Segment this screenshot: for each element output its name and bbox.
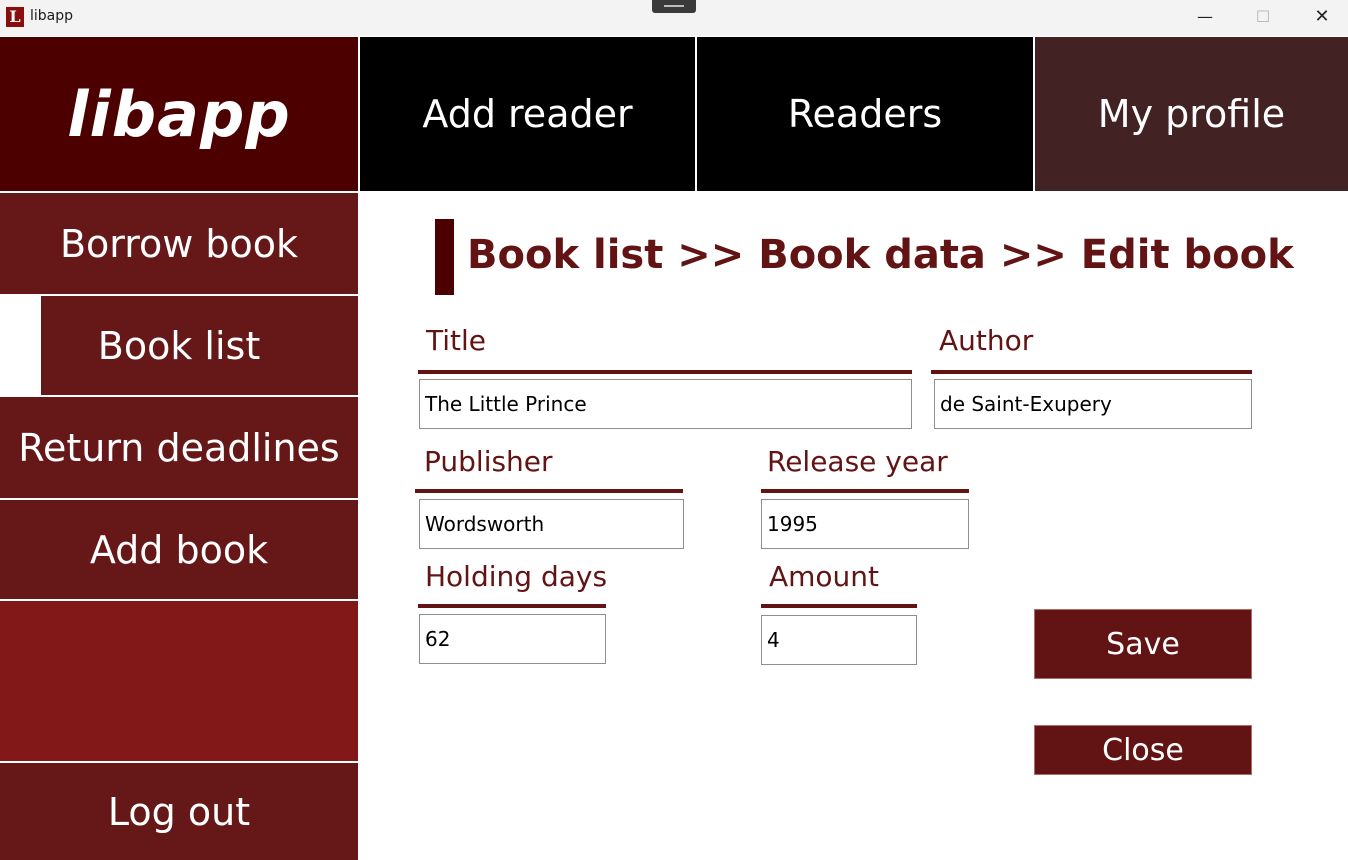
minimize-button[interactable]: —	[1185, 4, 1225, 30]
snap-layout-grip[interactable]	[652, 0, 696, 13]
title-label: Title	[426, 324, 487, 357]
title-field[interactable]	[419, 379, 912, 429]
sidebar-item-return-deadlines[interactable]: Return deadlines	[0, 397, 358, 498]
nav-readers-label: Readers	[787, 92, 943, 136]
release-year-field[interactable]	[761, 499, 969, 549]
publisher-underline	[415, 489, 683, 493]
publisher-label: Publisher	[424, 445, 553, 478]
close-button-label: Close	[1102, 732, 1184, 768]
maximize-button[interactable]: ☐	[1243, 4, 1283, 30]
publisher-field[interactable]	[419, 499, 684, 549]
nav-my-profile[interactable]: My profile	[1035, 37, 1348, 191]
sidebar-item-label: Add book	[89, 527, 269, 572]
amount-field[interactable]	[761, 615, 917, 665]
sidebar-item-add-book[interactable]: Add book	[0, 500, 358, 599]
app-logo: libapp	[0, 37, 358, 191]
amount-label: Amount	[769, 560, 880, 593]
amount-underline	[761, 604, 917, 608]
author-underline	[931, 370, 1252, 374]
author-label: Author	[939, 324, 1034, 357]
author-field[interactable]	[934, 379, 1252, 429]
save-button[interactable]: Save	[1034, 609, 1252, 679]
sidebar-item-label: Book list	[97, 323, 261, 368]
sidebar-item-label: Return deadlines	[18, 425, 340, 470]
nav-my-profile-label: My profile	[1097, 92, 1286, 136]
logout-button[interactable]: Log out	[0, 763, 358, 860]
release-year-underline	[761, 489, 969, 493]
holding-days-underline	[418, 604, 606, 608]
logout-label: Log out	[107, 789, 251, 834]
holding-days-field[interactable]	[419, 614, 606, 664]
release-year-label: Release year	[767, 445, 948, 478]
sidebar-item-book-list[interactable]: Book list	[0, 296, 358, 395]
title-underline	[418, 370, 912, 374]
close-button[interactable]: Close	[1034, 725, 1252, 775]
nav-add-reader-label: Add reader	[422, 92, 633, 136]
close-window-button[interactable]: ✕	[1302, 4, 1342, 30]
holding-days-label: Holding days	[425, 560, 608, 593]
libapp-logo-icon: L	[6, 7, 24, 27]
sidebar-spacer	[0, 601, 358, 761]
active-item-indicator	[0, 296, 41, 395]
sidebar-item-label: Borrow book	[59, 221, 299, 266]
breadcrumb: Book list >> Book data >> Edit book	[467, 232, 1294, 278]
nav-add-reader[interactable]: Add reader	[360, 37, 695, 191]
sidebar-item-borrow-book[interactable]: Borrow book	[0, 193, 358, 294]
save-button-label: Save	[1106, 626, 1180, 662]
window-title: libapp	[30, 8, 74, 24]
nav-readers[interactable]: Readers	[697, 37, 1033, 191]
breadcrumb-accent-bar	[435, 219, 454, 295]
